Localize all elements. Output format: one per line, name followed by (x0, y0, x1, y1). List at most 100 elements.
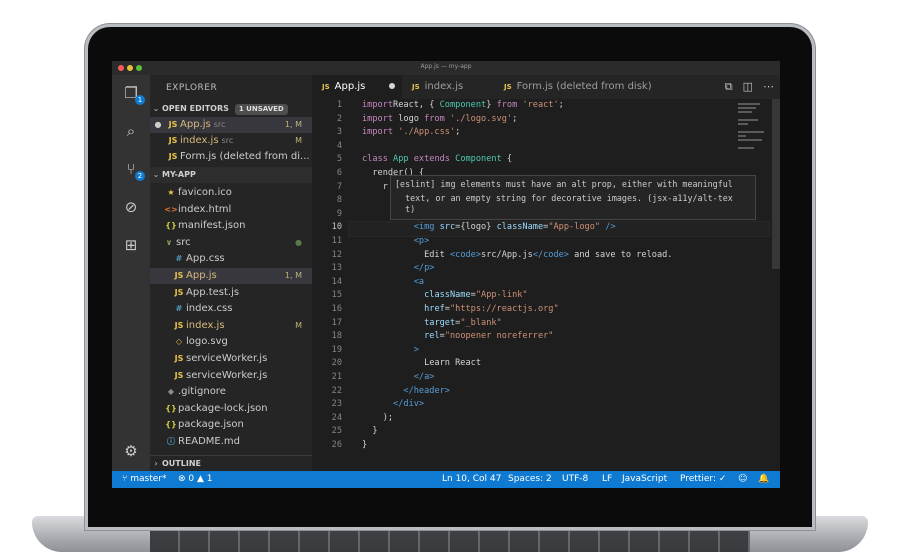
line-number: 23 (331, 399, 342, 410)
code-token: './App.css' (398, 127, 456, 138)
line-number: 9 (336, 208, 342, 219)
file-item[interactable]: JS App.js 1, M (150, 268, 312, 284)
js-file-icon: JS (412, 83, 420, 91)
hover-line: text, or an empty string for decorative … (395, 192, 733, 203)
code-editor[interactable]: 1 2 3 4 5 6 7 8 9 10 11 12 13 14 15 16 17 18 19 20 21 22 23 24 2… (312, 99, 780, 471)
encoding[interactable]: UTF-8 (562, 471, 588, 488)
file-type-icon: ★ (167, 188, 175, 197)
code-token: "App-logo" (548, 222, 601, 233)
code-token: href (424, 304, 445, 314)
open-editor-item[interactable]: JS index.js src M (150, 133, 312, 149)
file-name: serviceWorker.js (186, 369, 268, 381)
more-actions-icon[interactable]: ⋯ (763, 80, 774, 93)
file-item[interactable]: ◆ .gitignore (150, 384, 312, 400)
gear-icon[interactable]: ⚙ (121, 441, 141, 461)
file-item[interactable]: # App.css (150, 251, 312, 267)
file-item[interactable]: ◇ logo.svg (150, 334, 312, 350)
unsaved-dot-icon[interactable] (389, 83, 396, 89)
code-line: r (362, 181, 388, 195)
notifications-icon[interactable]: 🔔 (758, 471, 769, 488)
eslint-hover-tooltip: [eslint] img elements must have an alt p… (390, 175, 756, 220)
tab-app-js[interactable]: JS App.js (312, 75, 402, 99)
code-token: and save to reload. (568, 249, 673, 260)
code-line: Learn React (362, 357, 481, 371)
file-item[interactable]: JS App.test.js (150, 285, 312, 301)
code-token: </div> (393, 399, 425, 410)
line-number: 12 (331, 249, 342, 260)
unsaved-dot-icon[interactable]: ● (150, 117, 166, 133)
open-editor-path: src (213, 120, 226, 129)
file-item[interactable]: {}package-lock.json (150, 401, 312, 417)
line-number: 17 (331, 317, 342, 328)
line-number: 2 (336, 113, 342, 124)
line-number: 15 (331, 290, 342, 301)
code-token: <img (413, 222, 440, 233)
cursor-position[interactable]: Ln 10, Col 47 (442, 471, 501, 488)
file-item[interactable]: {}package.json (150, 417, 312, 433)
indentation[interactable]: Spaces: 2 (508, 471, 552, 488)
tab-form-js[interactable]: JS Form.js (deleted from disk) (504, 75, 664, 99)
folder-src[interactable]: ∨ src ● (150, 235, 312, 251)
file-item[interactable]: {}manifest.json (150, 218, 312, 234)
file-type-icon: ∨ (165, 237, 173, 247)
file-type-icon: {} (165, 403, 177, 413)
code-token: import (362, 127, 399, 138)
my-app-section[interactable]: ⌄ MY-APP (150, 167, 312, 183)
code-token: Edit (362, 249, 450, 260)
file-item[interactable]: # index.css (150, 301, 312, 317)
code-token: } (486, 100, 497, 110)
code-line: > (362, 344, 419, 358)
file-item[interactable]: JS serviceWorker.js (150, 351, 312, 367)
file-item[interactable]: ★ favicon.ico (150, 185, 312, 201)
code-token: React, { (393, 100, 440, 110)
feedback-icon[interactable]: ☺ (738, 471, 747, 488)
code-line: </a> (362, 371, 435, 385)
code-line: <img src={logo} className="App-logo" /> (362, 221, 616, 235)
extensions-icon[interactable]: ⊞ (121, 235, 141, 255)
code-token: ={logo} (455, 222, 497, 233)
file-name: App.test.js (186, 286, 240, 298)
code-token: './logo.svg' (449, 113, 513, 124)
problems-indicator[interactable]: ⊗ 0 ▲ 1 (178, 471, 213, 488)
code-token: ; (455, 127, 461, 138)
file-name: .gitignore (178, 386, 226, 398)
code-token: class (362, 154, 394, 165)
file-name: README.md (178, 436, 241, 447)
explorer-icon[interactable]: ❐ 1 (121, 83, 145, 105)
open-changes-icon[interactable]: ⧉ (725, 80, 733, 93)
line-number: 13 (331, 263, 342, 274)
line-number: 19 (331, 344, 342, 355)
tab-index-js[interactable]: JS index.js (412, 75, 496, 99)
debug-icon[interactable]: ⊘ (121, 197, 141, 217)
file-name: App.js (186, 270, 217, 281)
code-line: import './App.css'; (362, 126, 460, 140)
file-item[interactable]: ⓘ README.md (150, 434, 312, 450)
git-status-badge: 1, M (284, 271, 302, 280)
prettier-status[interactable]: Prettier: ✓ (680, 471, 726, 488)
code-line: importReact, { Component} from 'react'; (362, 99, 564, 113)
file-item[interactable]: <>index.html (150, 202, 312, 218)
open-editors-section[interactable]: ⌄ OPEN EDITORS 1 UNSAVED (150, 101, 312, 117)
split-editor-icon[interactable]: ◫ (743, 80, 753, 93)
open-editor-item[interactable]: JS Form.js (deleted from di... (150, 149, 312, 165)
source-control-icon[interactable]: ⑂ 2 (121, 159, 145, 181)
file-type-icon: {} (165, 420, 177, 430)
editor-scrollbar[interactable] (772, 99, 780, 269)
git-status-badge: M (295, 320, 302, 330)
js-file-icon: JS (168, 136, 178, 145)
js-file-icon: JS (168, 120, 178, 129)
git-branch[interactable]: ⑂ master* (122, 471, 167, 488)
code-token: ); (362, 412, 394, 423)
language-mode[interactable]: JavaScript (622, 471, 667, 488)
open-editor-item[interactable]: ● JS App.js src 1, M (150, 117, 312, 133)
code-token: "_blank" (460, 317, 502, 328)
minimap[interactable] (738, 103, 772, 158)
search-icon[interactable]: ⌕ (121, 121, 141, 141)
line-ending[interactable]: LF (602, 471, 612, 488)
outline-section[interactable]: › OUTLINE (150, 455, 312, 472)
file-item[interactable]: JS index.js M (150, 318, 312, 334)
file-item[interactable]: JS serviceWorker.js (150, 368, 312, 384)
